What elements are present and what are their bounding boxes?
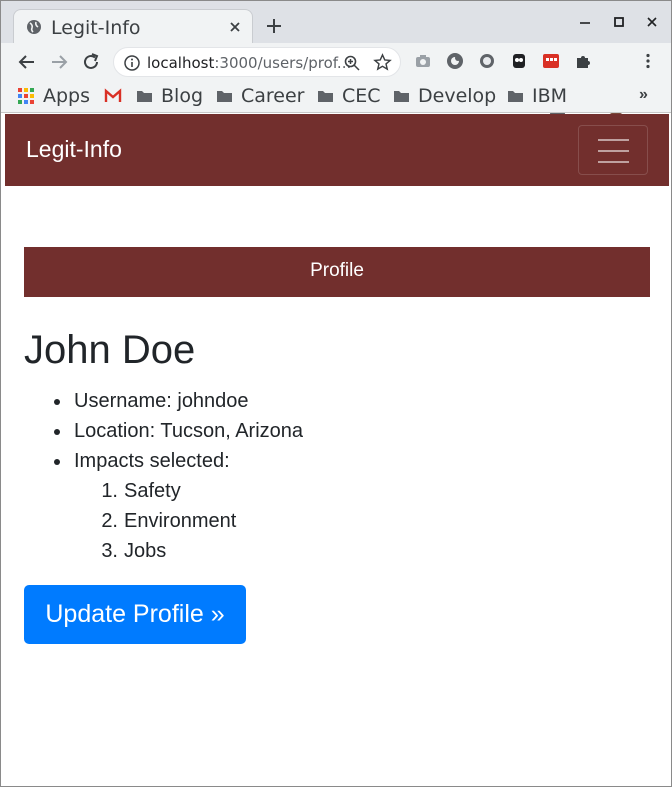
bookmarks-bar: Apps Blog Career CEC Develop IBM »	[1, 81, 671, 113]
record-icon[interactable]	[478, 52, 496, 70]
menu-dots-icon[interactable]	[639, 52, 657, 70]
impact-label: Environment	[124, 510, 237, 532]
url-path: :3000/users/prof...	[214, 54, 352, 72]
back-arrow-icon[interactable]	[16, 51, 38, 73]
close-tab-icon[interactable]	[226, 18, 244, 36]
bookmark-star-icon[interactable]	[373, 53, 392, 72]
navbar-toggler-button[interactable]	[578, 125, 648, 175]
bookmark-ibm[interactable]: IBM	[507, 84, 567, 108]
impact-label: Jobs	[124, 540, 167, 562]
hamburger-line	[598, 161, 629, 163]
impact-item: 3. Jobs	[82, 536, 236, 566]
browser-window: Legit-Info localhost:3000/users/prof... …	[0, 0, 672, 787]
impact-number: 2.	[101, 510, 118, 532]
site-info-icon[interactable]	[123, 54, 141, 72]
close-window-icon[interactable]	[644, 14, 660, 30]
profile-details-list: Username: johndoe Location: Tucson, Ariz…	[54, 386, 303, 476]
owl-icon[interactable]	[510, 52, 528, 70]
bookmark-apps[interactable]: Apps	[17, 84, 90, 108]
list-item: Username: johndoe	[54, 386, 303, 416]
tab-title: Legit-Info	[51, 17, 141, 39]
calendar-icon[interactable]	[542, 52, 560, 70]
bookmark-label: Apps	[43, 85, 91, 107]
update-profile-button[interactable]: Update Profile »	[24, 585, 246, 644]
page-title: John Doe	[24, 328, 196, 372]
impacts-list: 1. Safety 2. Environment 3. Jobs	[82, 476, 236, 566]
new-tab-icon[interactable]	[265, 17, 283, 35]
list-item: Location: Tucson, Arizona	[54, 416, 303, 446]
address-bar[interactable]: localhost:3000/users/prof...	[113, 47, 401, 77]
forward-arrow-icon[interactable]	[48, 51, 70, 73]
globe-icon	[27, 20, 41, 34]
site-navbar: Legit-Info	[5, 114, 669, 186]
bookmarks-overflow-button[interactable]: »	[639, 86, 648, 104]
folder-icon	[394, 91, 409, 102]
url-text: localhost:3000/users/prof...	[147, 54, 351, 72]
impact-item: 1. Safety	[82, 476, 236, 506]
list-item: Impacts selected:	[54, 446, 303, 476]
extension-circle-icon[interactable]	[446, 52, 464, 70]
puzzle-icon[interactable]	[574, 52, 592, 70]
maximize-icon[interactable]	[611, 14, 627, 30]
apps-grid-icon	[18, 88, 34, 104]
reload-icon[interactable]	[80, 51, 102, 73]
hamburger-line	[598, 139, 629, 141]
tab-strip: Legit-Info	[1, 1, 671, 43]
impact-item: 2. Environment	[82, 506, 236, 536]
bookmark-label: Develop	[418, 85, 497, 107]
gmail-icon	[104, 88, 122, 102]
hamburger-line	[598, 150, 629, 152]
bookmark-cec[interactable]: CEC	[317, 84, 381, 108]
bookmark-gmail[interactable]	[104, 84, 130, 108]
zoom-icon[interactable]	[343, 54, 361, 72]
folder-icon	[318, 91, 333, 102]
bookmark-blog[interactable]: Blog	[136, 84, 203, 108]
folder-icon	[508, 91, 523, 102]
camera-icon[interactable]	[414, 52, 432, 70]
bookmark-label: IBM	[532, 85, 568, 107]
url-host: localhost	[147, 54, 215, 72]
bookmark-label: Career	[241, 85, 305, 107]
bookmark-career[interactable]: Career	[216, 84, 305, 108]
folder-icon	[137, 91, 152, 102]
impact-number: 3.	[101, 540, 118, 562]
profile-banner: Profile	[24, 247, 650, 297]
browser-toolbar: localhost:3000/users/prof...	[1, 43, 671, 115]
bookmark-label: CEC	[342, 85, 381, 107]
impact-number: 1.	[101, 480, 118, 502]
navbar-brand[interactable]: Legit-Info	[26, 136, 122, 163]
folder-icon	[217, 91, 232, 102]
banner-title: Profile	[310, 260, 364, 281]
bookmark-develop[interactable]: Develop	[393, 84, 496, 108]
browser-tab[interactable]: Legit-Info	[13, 9, 253, 43]
minimize-icon[interactable]	[577, 14, 593, 30]
impact-label: Safety	[124, 480, 181, 502]
page-content: Legit-Info Profile John Doe Username: jo…	[5, 114, 669, 786]
bookmark-label: Blog	[161, 85, 203, 107]
